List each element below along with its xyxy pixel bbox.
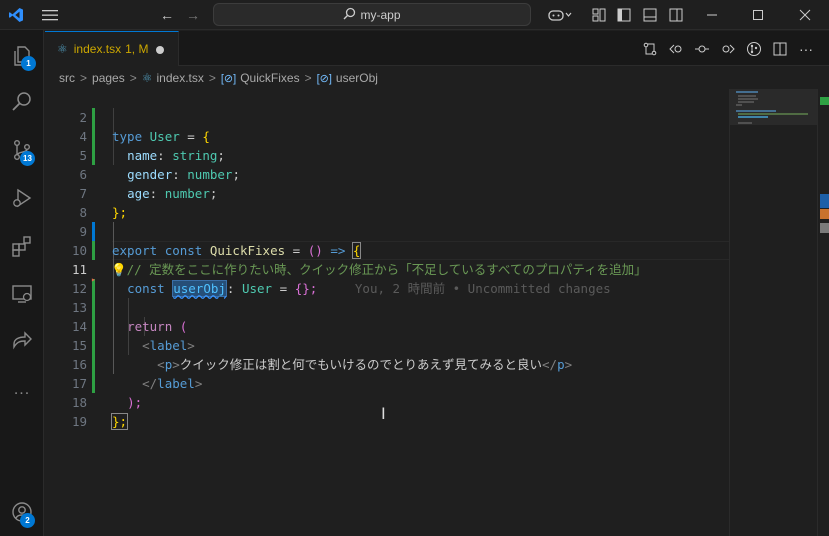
react-file-icon: ⚛ bbox=[141, 71, 153, 85]
minimap-line bbox=[736, 104, 742, 106]
scrollbar-cursor-marker bbox=[820, 223, 829, 233]
minimap-line bbox=[738, 98, 758, 100]
mouse-ibeam-cursor-icon: I bbox=[381, 404, 386, 423]
customize-layout-icon[interactable] bbox=[590, 0, 608, 30]
code-line: 16 </label> bbox=[45, 336, 729, 391]
code-line: 17 ); bbox=[45, 355, 729, 410]
explorer-icon[interactable]: 1 bbox=[0, 36, 44, 76]
breadcrumb: src > pages > ⚛ index.tsx > [⊘] QuickFix… bbox=[45, 67, 829, 89]
code-line: 15 <p>クイック修正は割と何でもいけるのでとりあえず見てみると良い</p> bbox=[45, 317, 729, 372]
token: }; bbox=[110, 413, 129, 430]
maximize-icon[interactable] bbox=[746, 0, 770, 30]
minimap-line bbox=[738, 122, 752, 124]
remote-explorer-icon[interactable] bbox=[0, 274, 44, 314]
extensions-icon[interactable] bbox=[0, 226, 44, 266]
unsaved-dot-icon[interactable] bbox=[156, 46, 164, 54]
line-number: 19 bbox=[71, 414, 87, 429]
code-line: 10 💡// 定数をここに作りたい時、クイック修正から「不足しているすべてのプロ… bbox=[45, 222, 729, 277]
chevron-right-icon: > bbox=[208, 71, 216, 85]
chevron-right-icon: > bbox=[304, 71, 312, 85]
git-graph-icon[interactable] bbox=[741, 31, 767, 66]
explorer-badge: 1 bbox=[21, 56, 36, 71]
code-line: 7 }; bbox=[45, 165, 729, 220]
search-icon bbox=[343, 7, 356, 23]
vscode-logo-icon bbox=[2, 0, 30, 30]
chevron-right-icon: > bbox=[80, 71, 88, 85]
open-changes-icon[interactable] bbox=[637, 31, 663, 66]
minimap-line bbox=[738, 101, 754, 103]
menu-icon[interactable] bbox=[38, 0, 62, 30]
scrollbar-change-marker bbox=[820, 97, 829, 105]
accounts-badge: 2 bbox=[20, 513, 35, 528]
close-window-icon[interactable] bbox=[793, 0, 817, 30]
code-line: 12 bbox=[45, 260, 729, 296]
source-control-icon[interactable]: 13 bbox=[0, 130, 44, 170]
activity-bar: 1 13 ... 2 bbox=[0, 30, 44, 536]
code-line: 18 }; bbox=[45, 374, 729, 430]
minimap-line bbox=[736, 91, 758, 93]
search-view-icon[interactable] bbox=[0, 82, 44, 122]
code-line: 11 const userObj: User = {}; You, 2 時間前 … bbox=[45, 241, 729, 297]
timeline-icon[interactable] bbox=[689, 31, 715, 66]
live-share-icon[interactable] bbox=[0, 322, 44, 362]
source-control-badge: 13 bbox=[20, 151, 35, 166]
minimap-line bbox=[738, 116, 768, 118]
editor-actions: ··· bbox=[637, 31, 819, 66]
breadcrumb-item-quickfixes[interactable]: QuickFixes bbox=[240, 71, 299, 85]
previous-change-icon[interactable] bbox=[663, 31, 689, 66]
next-change-icon[interactable] bbox=[715, 31, 741, 66]
title-bar: ← → my-app bbox=[0, 0, 829, 30]
editor-tab-bar: ⚛ index.tsx 1, M ··· bbox=[45, 31, 829, 66]
search-text: my-app bbox=[360, 7, 401, 22]
code-line: 2 type User = { bbox=[45, 89, 729, 144]
breadcrumb-item-pages[interactable]: pages bbox=[92, 71, 125, 85]
minimap-line bbox=[738, 113, 808, 115]
symbol-variable-icon: [⊘] bbox=[220, 72, 237, 85]
toggle-panel-icon[interactable] bbox=[641, 0, 659, 30]
tab-index-tsx[interactable]: ⚛ index.tsx 1, M bbox=[45, 31, 179, 66]
scrollbar-change-marker bbox=[820, 194, 829, 208]
more-views-icon[interactable]: ... bbox=[0, 370, 44, 410]
chevron-right-icon: > bbox=[129, 71, 137, 85]
toggle-primary-sidebar-icon[interactable] bbox=[615, 0, 633, 30]
code-editor[interactable]: ▸ 2 type User = { 4 name: string; 5 gend… bbox=[45, 89, 729, 536]
breadcrumb-item-src[interactable]: src bbox=[59, 71, 75, 85]
react-file-icon: ⚛ bbox=[57, 42, 68, 56]
minimap-line bbox=[738, 95, 756, 97]
code-line: 13 return ( bbox=[45, 279, 729, 334]
symbol-variable-icon: [⊘] bbox=[316, 72, 332, 85]
code-line: 4 name: string; bbox=[45, 108, 729, 163]
split-editor-icon[interactable] bbox=[767, 31, 793, 66]
minimap-line bbox=[736, 110, 776, 112]
tab-filename: index.tsx bbox=[73, 42, 122, 56]
code-line: 9 export const QuickFixes = () => { bbox=[45, 203, 729, 259]
breadcrumb-item-file[interactable]: index.tsx bbox=[157, 71, 204, 85]
code-line: 5 gender: number; bbox=[45, 127, 729, 182]
command-center-search[interactable]: my-app bbox=[213, 3, 531, 26]
breadcrumb-item-userobj[interactable]: userObj bbox=[336, 71, 378, 85]
minimap[interactable] bbox=[729, 89, 818, 536]
code-line: 19 bbox=[45, 393, 729, 429]
code-line: 8 bbox=[45, 184, 729, 220]
code-line: 14 <label> bbox=[45, 298, 729, 353]
code-line: 6 age: number; bbox=[45, 146, 729, 201]
run-debug-icon[interactable] bbox=[0, 178, 44, 218]
scrollbar-error-marker bbox=[820, 209, 829, 219]
vertical-scrollbar[interactable] bbox=[817, 89, 829, 536]
toggle-secondary-sidebar-icon[interactable] bbox=[667, 0, 685, 30]
minimize-icon[interactable] bbox=[700, 0, 724, 30]
copilot-icon[interactable] bbox=[544, 0, 576, 30]
nav-forward-icon[interactable]: → bbox=[182, 0, 204, 30]
more-actions-icon[interactable]: ··· bbox=[793, 31, 819, 66]
tab-status: 1, M bbox=[125, 42, 149, 56]
nav-back-icon[interactable]: ← bbox=[156, 0, 178, 30]
accounts-icon[interactable]: 2 bbox=[0, 492, 44, 532]
